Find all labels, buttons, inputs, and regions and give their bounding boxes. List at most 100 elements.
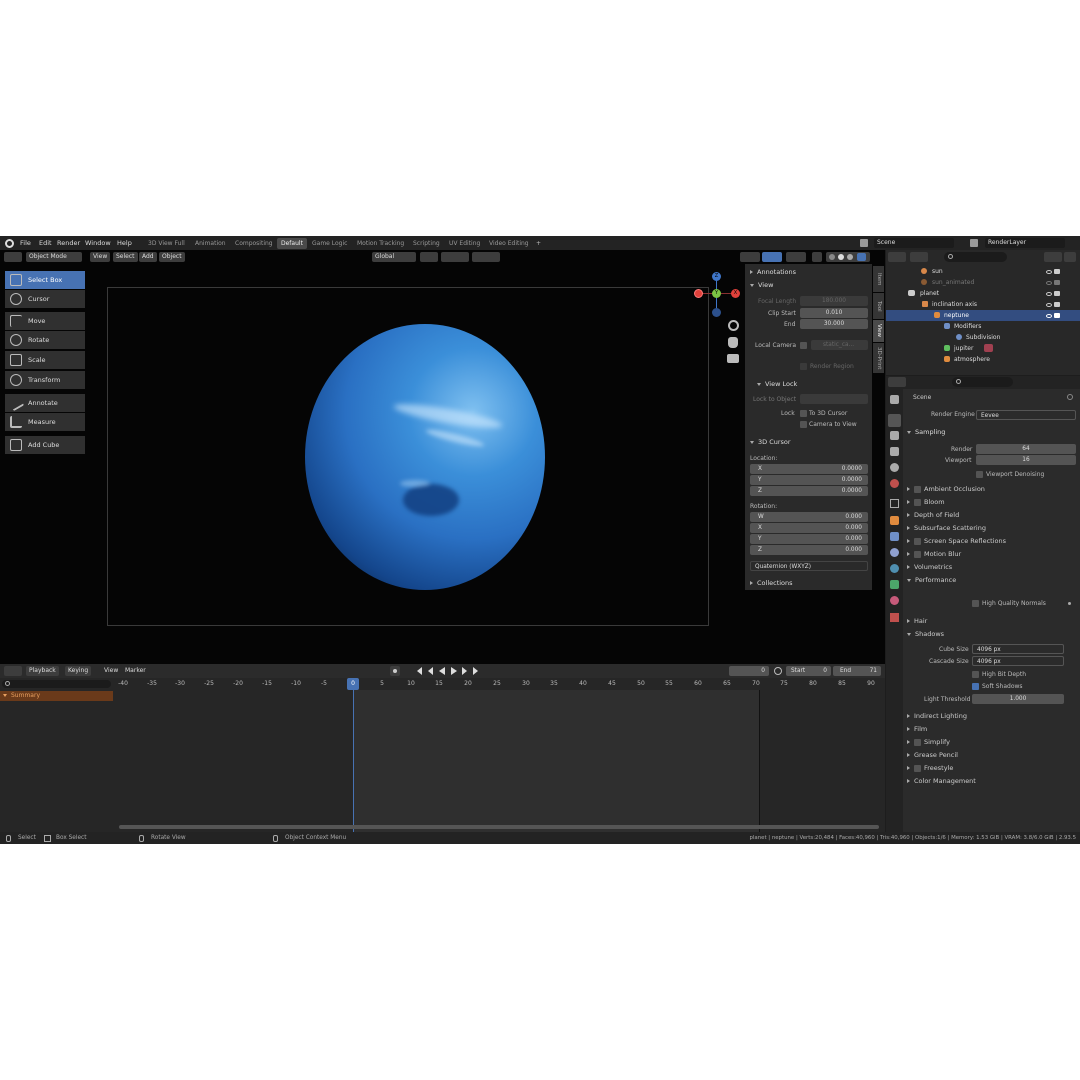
pin-icon[interactable] (1067, 394, 1073, 400)
playhead-frame-label[interactable]: 0 (347, 678, 359, 690)
shadows-panel[interactable]: Shadows (907, 628, 944, 641)
freestyle-checkbox[interactable] (914, 764, 921, 772)
pan-hand-icon[interactable] (728, 337, 738, 348)
gizmo-z-axis[interactable]: Z (712, 272, 721, 281)
hair-panel[interactable]: Hair (907, 615, 927, 628)
mode-selector[interactable]: Object Mode (26, 252, 82, 262)
menu-edit[interactable]: Edit (39, 239, 52, 247)
viewport-samples-field[interactable]: 16 (976, 455, 1076, 465)
viewport-menu-object[interactable]: Object (159, 252, 185, 262)
menu-render[interactable]: Render (57, 239, 80, 247)
properties-search-input[interactable] (952, 377, 1013, 387)
playhead-line[interactable] (353, 690, 354, 832)
horizontal-scrollbar[interactable] (119, 825, 879, 829)
menu-window[interactable]: Window (85, 239, 111, 247)
viewport-denoising-checkbox[interactable] (976, 471, 983, 478)
start-frame-field[interactable]: Start 0 (786, 666, 831, 676)
freestyle-panel[interactable]: Freestyle (905, 762, 1077, 775)
rotation-y-field[interactable]: Y 0.000 (750, 534, 868, 544)
blender-logo-icon[interactable] (5, 239, 14, 248)
timeline-menu-playback[interactable]: Playback (26, 666, 59, 676)
visibility-eye-icon[interactable] (1046, 268, 1076, 279)
material-properties-icon[interactable] (890, 596, 899, 605)
ssr-checkbox[interactable] (914, 537, 921, 545)
current-frame-field[interactable]: 0 (729, 666, 769, 676)
viewport-menu-add[interactable]: Add (139, 252, 157, 262)
render-engine-dropdown[interactable]: Eevee (976, 410, 1076, 420)
tool-rotate[interactable]: Rotate (5, 331, 85, 349)
tool-add-cube[interactable]: Add Cube (5, 436, 85, 454)
tab-default[interactable]: Default (277, 238, 307, 249)
simplify-checkbox[interactable] (914, 738, 921, 746)
modifier-properties-icon[interactable] (890, 532, 899, 541)
motion-blur-checkbox[interactable] (914, 550, 921, 558)
constraints-properties-icon[interactable] (890, 580, 899, 589)
scene-properties-icon[interactable] (890, 463, 899, 472)
npanel-tab-item[interactable]: Item (873, 266, 884, 292)
channel-search-input[interactable] (2, 680, 111, 688)
tab-3d-view-full[interactable]: 3D View Full (144, 238, 189, 249)
outliner-search-input[interactable] (944, 252, 1007, 262)
camera-view-icon[interactable] (727, 354, 739, 363)
film-panel[interactable]: Film (905, 723, 1077, 736)
properties-editor-type-button[interactable] (888, 377, 906, 387)
tool-annotate[interactable]: Annotate (5, 394, 85, 412)
bloom-checkbox[interactable] (914, 498, 921, 506)
render-properties-icon[interactable] (888, 414, 901, 427)
rotation-w-field[interactable]: W 0.000 (750, 512, 868, 522)
gizmo-toggle-button[interactable] (762, 252, 782, 262)
rotation-z-field[interactable]: Z 0.000 (750, 545, 868, 555)
editor-type-button[interactable] (4, 252, 22, 262)
camera-to-view-checkbox[interactable] (800, 421, 807, 428)
tab-video-editing[interactable]: Video Editing (485, 238, 533, 249)
outliner-editor-type-button[interactable] (888, 252, 906, 262)
npanel-tab-view[interactable]: View (873, 320, 884, 342)
jump-keyframe-forward-icon[interactable] (462, 667, 467, 675)
outliner-row-atmosphere[interactable]: atmosphere (886, 354, 1080, 365)
visibility-eye-icon[interactable] (1046, 312, 1076, 323)
motion-blur-panel[interactable]: Motion Blur (905, 548, 1077, 561)
collection-properties-icon[interactable] (890, 499, 899, 508)
grease-pencil-panel[interactable]: Grease Pencil (905, 749, 1077, 762)
solid-shading-icon[interactable] (838, 254, 844, 260)
output-properties-icon[interactable] (890, 431, 899, 440)
visibility-eye-icon[interactable] (1046, 290, 1076, 301)
gizmo-neg-x-axis[interactable] (694, 289, 703, 298)
proportional-edit-button[interactable] (472, 252, 500, 262)
npanel-tab-tool[interactable]: Tool (873, 293, 884, 319)
navigation-gizmo[interactable]: Z X Y (694, 272, 740, 320)
play-reverse-icon[interactable] (439, 667, 445, 675)
preview-range-clock-icon[interactable] (774, 667, 782, 675)
viewport-menu-select[interactable]: Select (113, 252, 138, 262)
tool-transform[interactable]: Transform (5, 371, 85, 389)
sampling-panel-header[interactable]: Sampling (907, 428, 945, 436)
view-header[interactable]: View (750, 281, 773, 289)
texture-properties-icon[interactable] (890, 613, 899, 622)
particles-properties-icon[interactable] (890, 548, 899, 557)
xray-toggle-button[interactable] (812, 252, 822, 262)
add-workspace-button[interactable]: + (532, 238, 545, 249)
visibility-eye-icon[interactable] (1046, 301, 1076, 312)
local-camera-field[interactable]: static_ca... (811, 340, 868, 350)
tool-scale[interactable]: Scale (5, 351, 85, 369)
pivot-point-button[interactable] (420, 252, 438, 262)
timeline-editor-type-button[interactable] (4, 666, 22, 676)
cascade-size-dropdown[interactable]: 4096 px (972, 656, 1064, 666)
visibility-button[interactable] (740, 252, 760, 262)
rendered-shading-icon[interactable] (857, 253, 866, 261)
rotation-mode-dropdown[interactable]: Quaternion (WXYZ) (750, 561, 868, 571)
render-samples-field[interactable]: 64 (976, 444, 1076, 454)
tab-motion-tracking[interactable]: Motion Tracking (353, 238, 408, 249)
view-layer-selector[interactable]: RenderLayer (985, 238, 1065, 248)
3d-cursor-header[interactable]: 3D Cursor (750, 438, 791, 446)
auto-keying-button[interactable] (390, 666, 400, 676)
render-region-checkbox[interactable] (800, 363, 807, 370)
high-quality-normals-checkbox[interactable] (972, 600, 979, 607)
tool-measure[interactable]: Measure (5, 413, 85, 431)
overlay-toggle-button[interactable] (786, 252, 806, 262)
decorator-dot-icon[interactable] (1068, 602, 1071, 605)
timeline-menu-view[interactable]: View (101, 666, 121, 676)
lock-to-object-field[interactable] (800, 394, 868, 404)
tab-uv-editing[interactable]: UV Editing (445, 238, 484, 249)
bloom-panel[interactable]: Bloom (905, 496, 1077, 509)
